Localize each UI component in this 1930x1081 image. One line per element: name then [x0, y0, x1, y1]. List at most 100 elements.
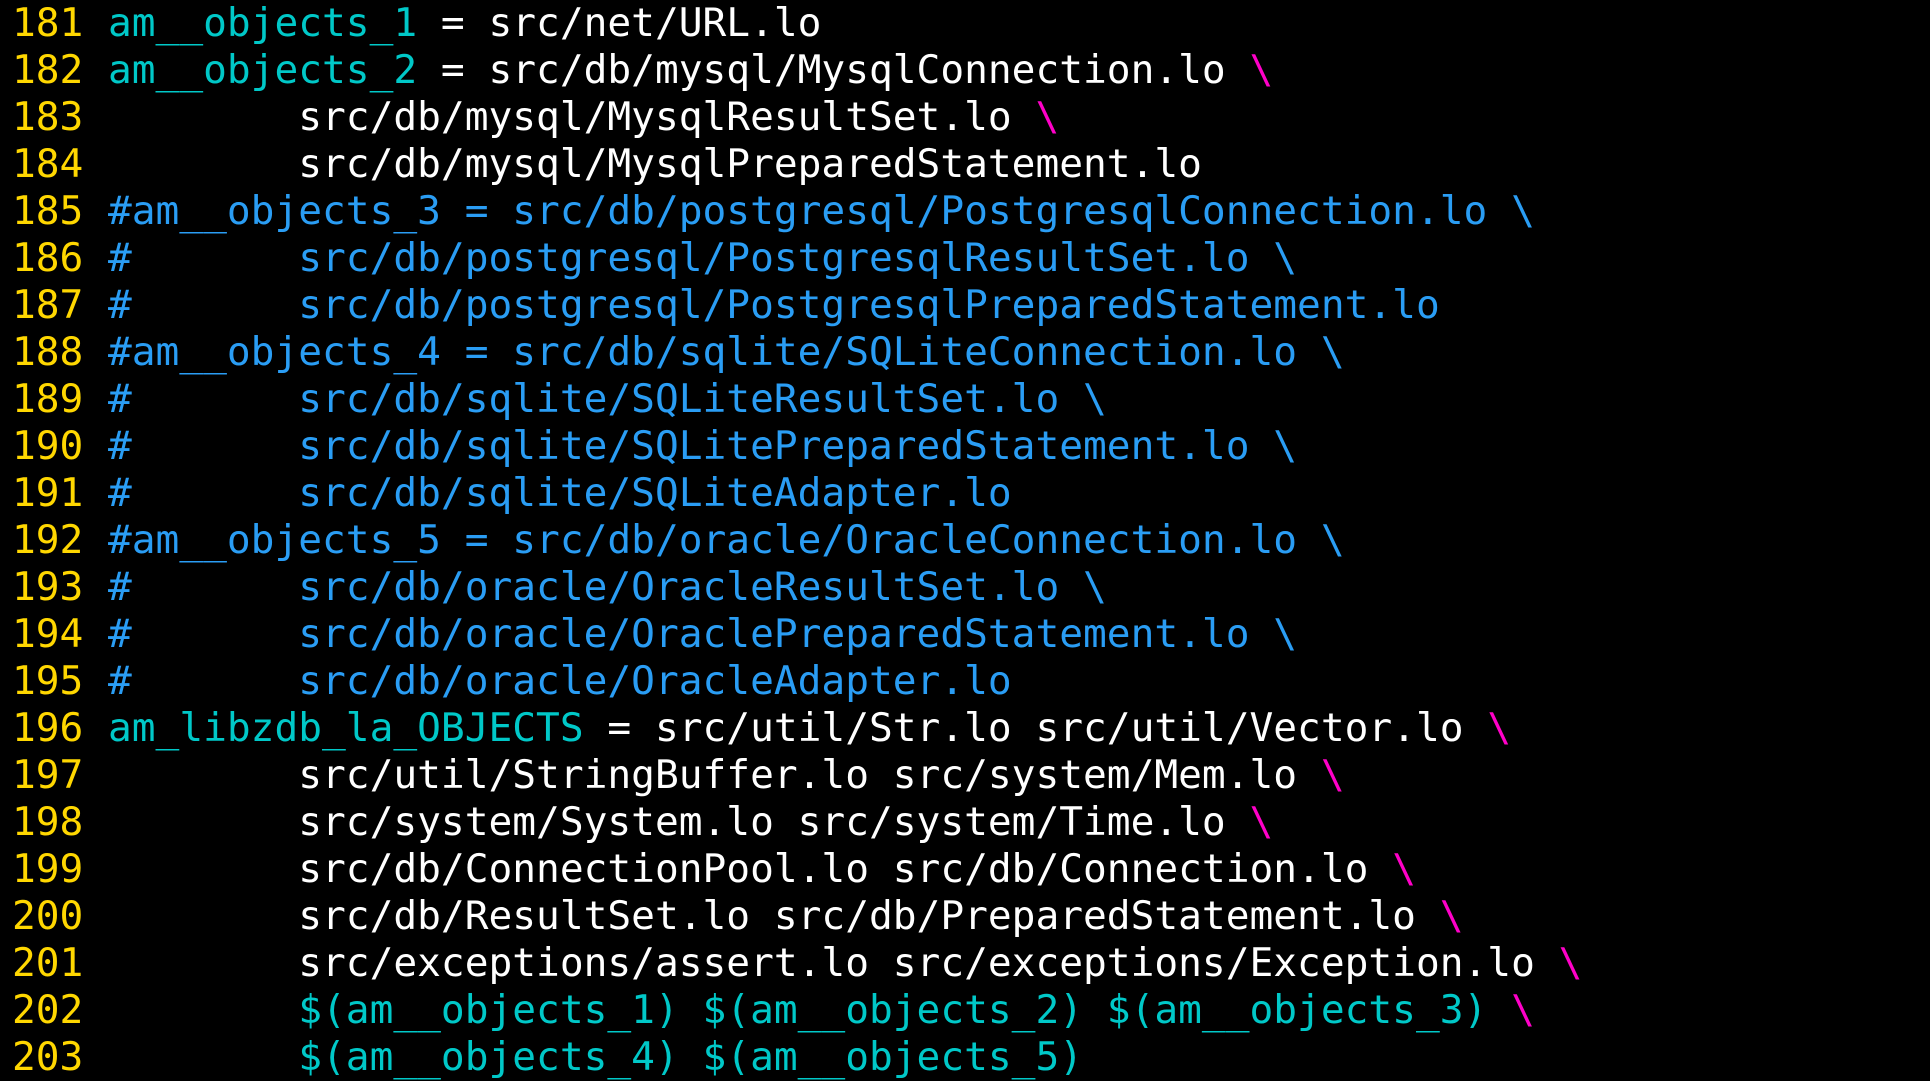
line-content: $(am__objects_1) $(am__objects_2) $(am__…	[108, 987, 1535, 1034]
code-line[interactable]: 183 src/db/mysql/MysqlResultSet.lo \	[0, 94, 1930, 141]
line-number: 203	[12, 1034, 84, 1080]
code-line[interactable]: 191 # src/db/sqlite/SQLiteAdapter.lo	[0, 470, 1930, 517]
line-content: am_libzdb_la_OBJECTS = src/util/Str.lo s…	[108, 705, 1511, 752]
line-number: 195	[12, 658, 84, 704]
variable-token: $(am__objects_1) $(am__objects_2) $(am__…	[298, 987, 1488, 1033]
line-number: 198	[12, 799, 84, 845]
code-line[interactable]: 192 #am__objects_5 = src/db/oracle/Oracle…	[0, 517, 1930, 564]
code-line[interactable]: 187 # src/db/postgresql/PostgresqlPrepare…	[0, 282, 1930, 329]
line-content: #am__objects_4 = src/db/sqlite/SQLiteCon…	[108, 329, 1345, 376]
code-line[interactable]: 190 # src/db/sqlite/SQLitePreparedStateme…	[0, 423, 1930, 470]
line-number: 191	[12, 470, 84, 516]
code-line[interactable]: 199 src/db/ConnectionPool.lo src/db/Conn…	[0, 846, 1930, 893]
variable-token: am__objects_1	[108, 0, 418, 46]
line-number: 190	[12, 423, 84, 469]
line-content: am__objects_2 = src/db/mysql/MysqlConnec…	[108, 47, 1273, 94]
code-text: src/db/ConnectionPool.lo src/db/Connecti…	[108, 846, 1393, 892]
comment-text: # src/db/oracle/OracleAdapter.lo	[108, 658, 1012, 704]
line-number: 201	[12, 940, 84, 986]
comment-text: # src/db/oracle/OraclePreparedStatement.…	[108, 611, 1298, 657]
variable-token: am_libzdb_la_OBJECTS	[108, 705, 584, 751]
code-line[interactable]: 201 src/exceptions/assert.lo src/excepti…	[0, 940, 1930, 987]
code-line[interactable]: 194 # src/db/oracle/OraclePreparedStateme…	[0, 611, 1930, 658]
line-continuation: \	[1558, 940, 1583, 986]
code-text: src/db/mysql/MysqlResultSet.lo	[108, 94, 1036, 140]
code-line[interactable]: 196 am_libzdb_la_OBJECTS = src/util/Str.l…	[0, 705, 1930, 752]
line-content: # src/db/oracle/OracleResultSet.lo \	[108, 564, 1107, 611]
line-number: 197	[12, 752, 84, 798]
code-line[interactable]: 197 src/util/StringBuffer.lo src/system/…	[0, 752, 1930, 799]
code-text: src/exceptions/assert.lo src/exceptions/…	[108, 940, 1559, 986]
line-number: 199	[12, 846, 84, 892]
code-line[interactable]: 185 #am__objects_3 = src/db/postgresql/Po…	[0, 188, 1930, 235]
line-number: 183	[12, 94, 84, 140]
line-number: 193	[12, 564, 84, 610]
line-content: src/util/StringBuffer.lo src/system/Mem.…	[108, 752, 1345, 799]
line-content: src/system/System.lo src/system/Time.lo …	[108, 799, 1273, 846]
line-number: 202	[12, 987, 84, 1033]
code-line[interactable]: 181 am__objects_1 = src/net/URL.lo	[0, 0, 1930, 47]
comment-text: # src/db/oracle/OracleResultSet.lo \	[108, 564, 1107, 610]
line-continuation: \	[1511, 987, 1535, 1033]
code-line[interactable]: 202 $(am__objects_1) $(am__objects_2) $(…	[0, 987, 1930, 1034]
line-number: 194	[12, 611, 84, 657]
line-number: 181	[12, 0, 84, 46]
line-continuation: \	[1035, 94, 1060, 140]
line-content: # src/db/postgresql/PostgresqlResultSet.…	[108, 235, 1297, 282]
terminal-editor[interactable]: 181 am__objects_1 = src/net/URL.lo 182 am__…	[0, 0, 1930, 1081]
line-continuation: \	[1487, 705, 1512, 751]
variable-token: am__objects_2	[108, 47, 418, 93]
line-number: 189	[12, 376, 84, 422]
line-content: # src/db/postgresql/PostgresqlPreparedSt…	[108, 282, 1440, 329]
line-continuation: \	[1249, 799, 1274, 845]
line-number: 192	[12, 517, 84, 563]
line-content: # src/db/oracle/OracleAdapter.lo	[108, 658, 1012, 705]
line-continuation: \	[1392, 846, 1416, 892]
line-content: #am__objects_3 = src/db/postgresql/Postg…	[108, 188, 1535, 235]
comment-text: # src/db/postgresql/PostgresqlResultSet.…	[108, 235, 1298, 281]
code-line[interactable]: 200 src/db/ResultSet.lo src/db/PreparedS…	[0, 893, 1930, 940]
comment-text: #am__objects_5 = src/db/oracle/OracleCon…	[108, 517, 1345, 563]
line-number: 187	[12, 282, 84, 328]
line-number: 196	[12, 705, 84, 751]
line-continuation: \	[1249, 47, 1274, 93]
line-continuation: \	[1439, 893, 1464, 939]
code-text: = src/net/URL.lo	[417, 0, 822, 46]
line-content: am__objects_1 = src/net/URL.lo	[108, 0, 821, 47]
code-text: src/db/mysql/MysqlPreparedStatement.lo	[108, 141, 1202, 187]
code-line[interactable]: 182 am__objects_2 = src/db/mysql/MysqlCon…	[0, 47, 1930, 94]
line-number: 200	[12, 893, 84, 939]
line-content: src/db/ConnectionPool.lo src/db/Connecti…	[108, 846, 1416, 893]
line-content: src/db/mysql/MysqlResultSet.lo \	[108, 94, 1059, 141]
comment-text: #am__objects_3 = src/db/postgresql/Postg…	[108, 188, 1535, 234]
code-line[interactable]: 189 # src/db/sqlite/SQLiteResultSet.lo \	[0, 376, 1930, 423]
code-line[interactable]: 203 $(am__objects_4) $(am__objects_5)	[0, 1034, 1930, 1081]
line-content: src/db/mysql/MysqlPreparedStatement.lo	[108, 141, 1202, 188]
code-text: = src/util/Str.lo src/util/Vector.lo	[583, 705, 1488, 751]
code-line[interactable]: 195 # src/db/oracle/OracleAdapter.lo	[0, 658, 1930, 705]
line-content: src/exceptions/assert.lo src/exceptions/…	[108, 940, 1582, 987]
code-line[interactable]: 188 #am__objects_4 = src/db/sqlite/SQLite…	[0, 329, 1930, 376]
line-content: $(am__objects_4) $(am__objects_5)	[108, 1034, 1083, 1081]
line-content: # src/db/sqlite/SQLitePreparedStatement.…	[108, 423, 1297, 470]
line-content: src/db/ResultSet.lo src/db/PreparedState…	[108, 893, 1464, 940]
comment-text: # src/db/postgresql/PostgresqlPreparedSt…	[108, 282, 1440, 328]
comment-text: # src/db/sqlite/SQLitePreparedStatement.…	[108, 423, 1298, 469]
code-line[interactable]: 198 src/system/System.lo src/system/Time…	[0, 799, 1930, 846]
line-number: 188	[12, 329, 84, 375]
line-content: # src/db/sqlite/SQLiteAdapter.lo	[108, 470, 1012, 517]
comment-text: # src/db/sqlite/SQLiteResultSet.lo \	[108, 376, 1107, 422]
code-line[interactable]: 193 # src/db/oracle/OracleResultSet.lo \	[0, 564, 1930, 611]
comment-text: #am__objects_4 = src/db/sqlite/SQLiteCon…	[108, 329, 1345, 375]
line-continuation: \	[1320, 752, 1345, 798]
line-number: 184	[12, 141, 84, 187]
code-text: src/system/System.lo src/system/Time.lo	[108, 799, 1250, 845]
code-text: src/db/ResultSet.lo src/db/PreparedState…	[108, 893, 1440, 939]
code-text: = src/db/mysql/MysqlConnection.lo	[417, 47, 1250, 93]
code-line[interactable]: 184 src/db/mysql/MysqlPreparedStatement.…	[0, 141, 1930, 188]
code-line[interactable]: 186 # src/db/postgresql/PostgresqlResultS…	[0, 235, 1930, 282]
line-content: #am__objects_5 = src/db/oracle/OracleCon…	[108, 517, 1345, 564]
